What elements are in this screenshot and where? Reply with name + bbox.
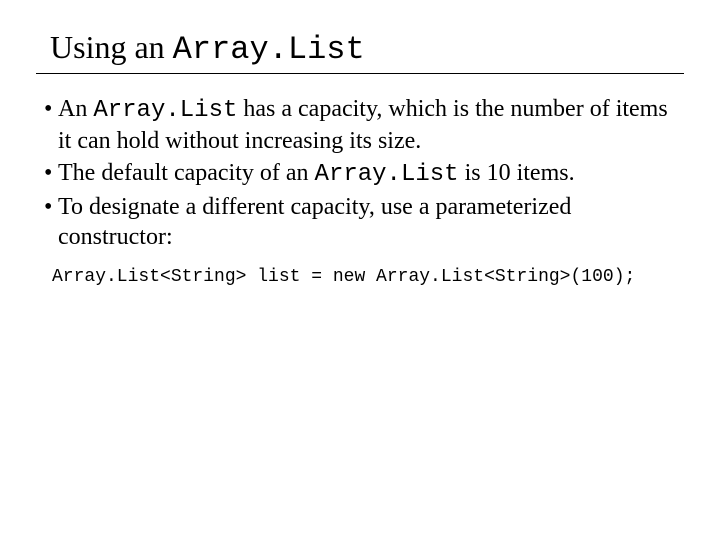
bullet-post: is 10 items. <box>459 160 575 186</box>
bullet-pre: The default capacity of an <box>58 160 315 186</box>
slide: Using an Array.List • An Array.List has … <box>0 0 720 289</box>
slide-title: Using an Array.List <box>50 28 684 69</box>
bullet-dot: • <box>44 158 58 190</box>
bullet-pre: An <box>58 96 93 122</box>
bullet-text: An Array.List has a capacity, which is t… <box>58 94 684 156</box>
bullet-code: Array.List <box>315 161 459 188</box>
bullet-item: • To designate a different capacity, use… <box>44 192 684 252</box>
bullet-text: To designate a different capacity, use a… <box>58 192 684 252</box>
bullet-text: The default capacity of an Array.List is… <box>58 158 684 190</box>
title-prefix: Using an <box>50 29 173 65</box>
code-example: Array.List<String> list = new Array.List… <box>44 266 684 289</box>
bullet-pre: To designate a different capacity, use a… <box>58 194 571 250</box>
bullet-item: • An Array.List has a capacity, which is… <box>44 94 684 156</box>
bullet-dot: • <box>44 94 58 156</box>
title-block: Using an Array.List <box>36 28 684 74</box>
bullet-dot: • <box>44 192 58 252</box>
bullet-code: Array.List <box>93 97 237 124</box>
title-code: Array.List <box>173 31 365 68</box>
bullet-item: • The default capacity of an Array.List … <box>44 158 684 190</box>
body: • An Array.List has a capacity, which is… <box>36 94 684 289</box>
